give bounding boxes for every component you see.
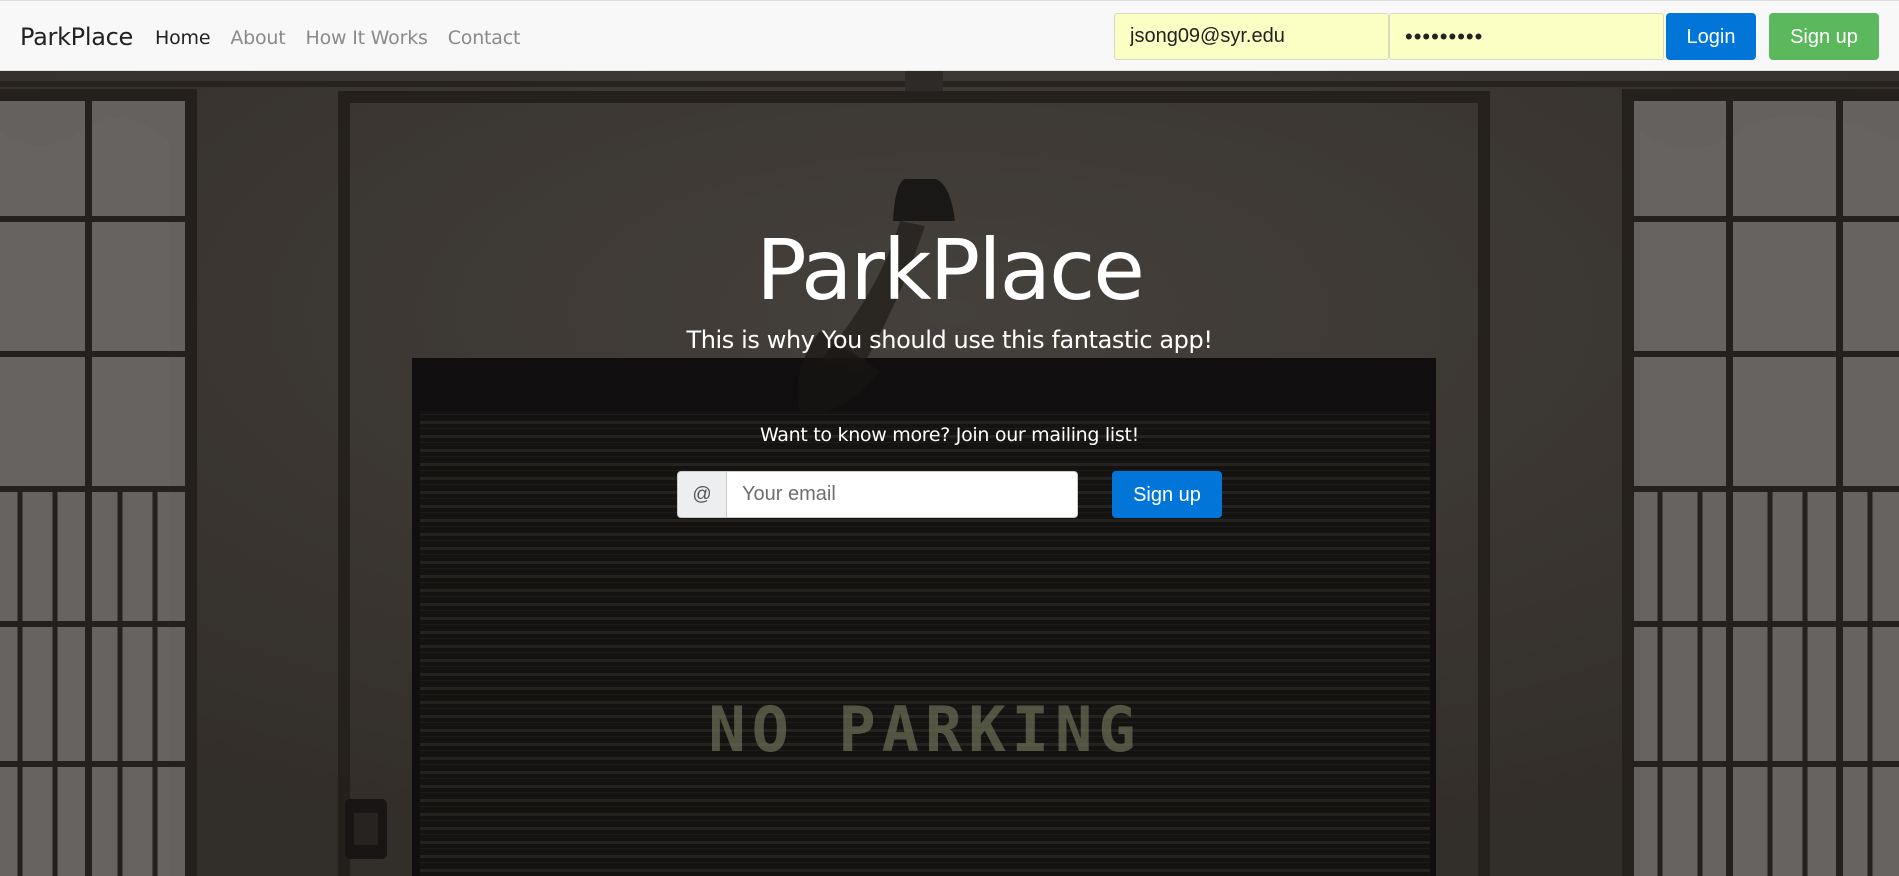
- nav-links: Home About How It Works Contact: [155, 27, 520, 49]
- nav-link-how-it-works[interactable]: How It Works: [306, 27, 428, 49]
- nav-link-home[interactable]: Home: [155, 27, 211, 49]
- brand-logo[interactable]: ParkPlace: [20, 23, 133, 51]
- nav-link-about[interactable]: About: [230, 27, 285, 49]
- hero-section: NO PARKING ParkPlace This is why You sho…: [0, 71, 1899, 876]
- at-sign-icon: @: [677, 471, 727, 518]
- login-password-input[interactable]: [1389, 13, 1664, 60]
- login-button[interactable]: Login: [1666, 13, 1756, 60]
- hero-title: ParkPlace: [756, 221, 1145, 319]
- mailing-list-form: @ Sign up: [677, 471, 1222, 518]
- nav-link-contact[interactable]: Contact: [448, 27, 521, 49]
- mailing-email-input[interactable]: [727, 471, 1078, 518]
- login-email-input[interactable]: [1114, 13, 1389, 60]
- hero-subtitle: This is why You should use this fantasti…: [686, 326, 1213, 354]
- mailing-signup-button[interactable]: Sign up: [1112, 471, 1222, 518]
- top-navbar: ParkPlace Home About How It Works Contac…: [0, 0, 1899, 71]
- mailing-list-prompt: Want to know more? Join our mailing list…: [760, 424, 1139, 446]
- navbar-signup-button[interactable]: Sign up: [1769, 13, 1879, 60]
